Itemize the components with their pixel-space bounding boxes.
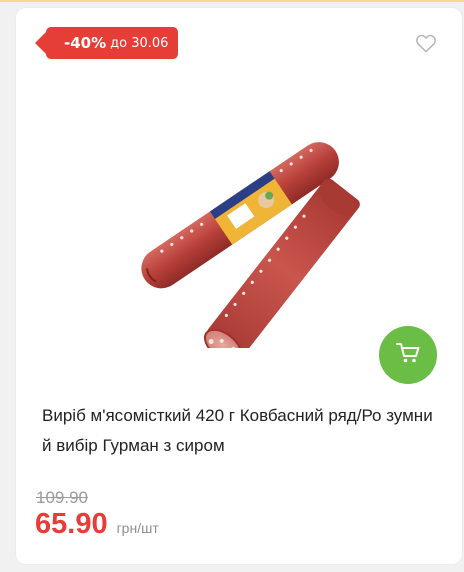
discount-badge: -40% до 30.06: [34, 27, 179, 59]
price-row: 65.90 грн/шт: [35, 508, 159, 541]
shopping-cart-icon: [395, 341, 421, 369]
old-price: 109.90: [36, 488, 88, 507]
add-to-cart-button[interactable]: [379, 326, 437, 384]
price-unit: грн/шт: [116, 520, 159, 536]
sausage-product-image[interactable]: [126, 128, 366, 363]
top-strip: [0, 0, 464, 8]
product-card[interactable]: -40% до 30.06 Виріб м'ясомісткий 420 г К…: [16, 8, 462, 564]
current-price: 65.90: [35, 508, 108, 540]
discount-percent: -40%: [64, 34, 107, 52]
heart-outline-icon[interactable]: [415, 33, 437, 53]
discount-until: до 30.06: [110, 35, 169, 51]
product-title[interactable]: Виріб м'ясомісткий 420 г Ковбасний ряд/Р…: [42, 401, 442, 461]
